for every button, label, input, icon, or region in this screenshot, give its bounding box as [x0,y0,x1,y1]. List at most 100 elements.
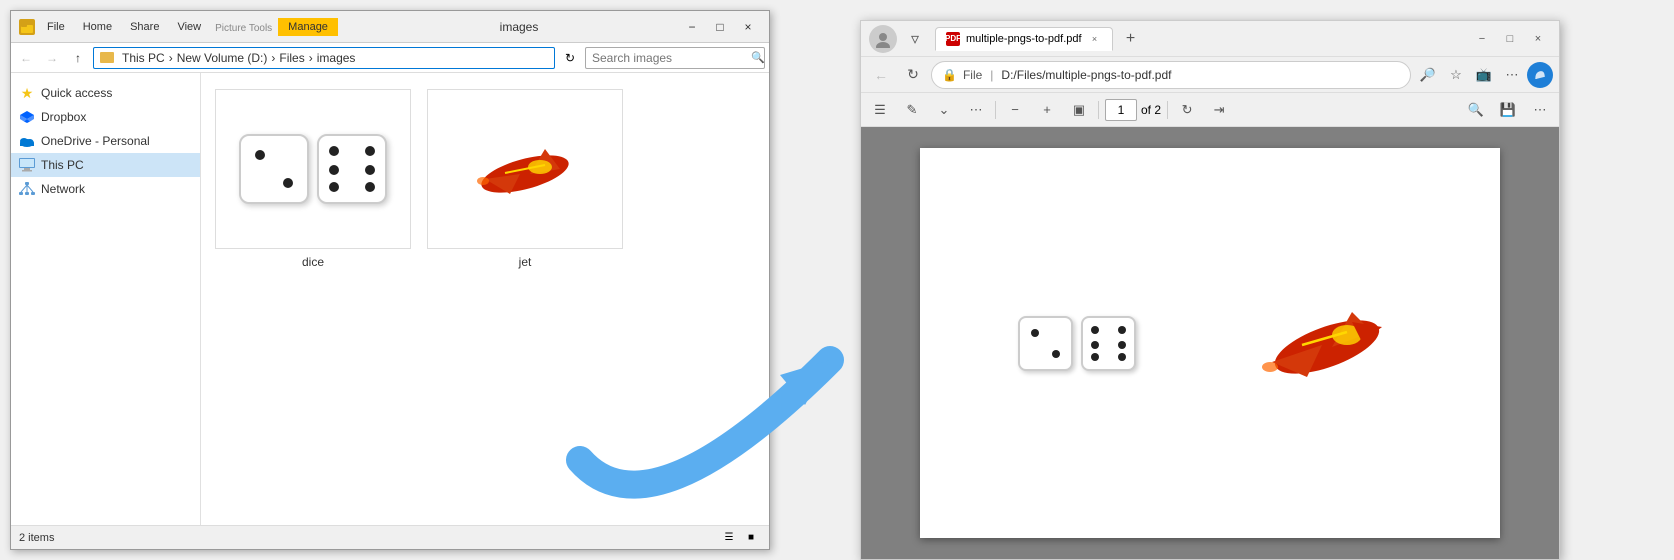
refresh-button[interactable]: ↻ [559,47,581,69]
fit-page-button[interactable]: ▣ [1066,97,1092,123]
page-number-input[interactable] [1105,99,1137,121]
pdf-jet-group [1252,277,1402,410]
grid-view-button[interactable]: ■ [741,528,761,548]
address-bar[interactable]: This PC › New Volume (D:) › Files › imag… [93,47,555,69]
folder-icon [100,52,114,63]
more-tools-button[interactable]: ⋯ [963,97,989,123]
file-area: dice [201,73,769,525]
browser-refresh-button[interactable]: ↻ [899,61,927,89]
sidebar-item-dropbox[interactable]: Dropbox [11,105,200,129]
browser-minimize-button[interactable]: − [1469,28,1495,50]
browser-profile-button[interactable] [1527,62,1553,88]
close-button[interactable]: × [735,17,761,37]
die-1 [239,134,309,204]
toc-button[interactable]: ☰ [867,97,893,123]
annotate-dropdown[interactable]: ⌄ [931,97,957,123]
browser-address-bar[interactable]: 🔒 File | D:/Files/multiple-pngs-to-pdf.p… [931,61,1411,89]
browser-titlebar: ▿ PDF multiple-pngs-to-pdf.pdf × + − □ × [861,21,1559,57]
pdf-content [861,127,1559,559]
sidebar-item-quickaccess[interactable]: ★ Quick access [11,81,200,105]
browser-controls-left: ▿ [869,25,929,53]
tab-title: multiple-pngs-to-pdf.pdf [966,33,1082,45]
address-crumb-files: Files [279,51,304,65]
minimize-button[interactable]: − [679,17,705,37]
annotate-button[interactable]: ✎ [899,97,925,123]
forward-button[interactable]: → [41,47,63,69]
browser-maximize-button[interactable]: □ [1497,28,1523,50]
sidebar-item-thispc[interactable]: This PC [11,153,200,177]
pdf-save-button[interactable]: 💾 [1495,97,1521,123]
browser-navbar: ← ↻ 🔒 File | D:/Files/multiple-pngs-to-p… [861,57,1559,93]
ribbon-tab-home[interactable]: Home [75,18,120,36]
address-crumb-thispc: This PC [122,51,165,65]
pdf-jet-svg [1252,277,1402,407]
next-page-button[interactable]: ⇥ [1206,97,1232,123]
zoom-in-button[interactable]: 🔎 [1415,62,1441,88]
extensions-button[interactable]: ▿ [901,25,929,53]
browser-window-controls: − □ × [1469,28,1551,50]
profile-icon[interactable] [869,25,897,53]
jet-svg [465,129,585,209]
address-path-text: D:/Files/multiple-pngs-to-pdf.pdf [1001,68,1171,82]
search-bar[interactable]: 🔍 [585,47,765,69]
ribbon-tab-manage[interactable]: Manage [278,18,338,36]
explorer-window: File Home Share View Picture Tools Manag… [10,10,770,550]
favorites-button[interactable]: ☆ [1443,62,1469,88]
browser-close-button[interactable]: × [1525,28,1551,50]
file-item-dice[interactable]: dice [213,85,413,273]
explorer-sidebar: ★ Quick access Dropbox [11,73,201,525]
tab-close-button[interactable]: × [1088,32,1102,46]
address-actions: 🔎 ☆ 📺 ⋯ [1415,62,1553,88]
address-crumb-newvolume: New Volume (D:) [177,51,268,65]
browser-back-button[interactable]: ← [867,61,895,89]
cloud-icon [19,133,35,149]
explorer-statusbar: 2 items ☰ ■ [11,525,769,549]
explorer-titlebar: File Home Share View Picture Tools Manag… [11,11,769,43]
window-controls: − □ × [679,17,761,37]
previous-page-button[interactable]: ↻ [1174,97,1200,123]
total-pages-label: of 2 [1141,103,1161,117]
browser-window: ▿ PDF multiple-pngs-to-pdf.pdf × + − □ ×… [860,20,1560,560]
pdf-page [920,148,1500,538]
list-view-button[interactable]: ☰ [719,528,739,548]
sidebar-item-onedrive[interactable]: OneDrive - Personal [11,129,200,153]
address-protocol-label: File [963,68,982,82]
address-crumb-images: images [317,51,356,65]
back-button[interactable]: ← [15,47,37,69]
view-toggle: ☰ ■ [719,528,761,548]
pdf-toolbar: ☰ ✎ ⌄ ⋯ − + ▣ of 2 ↻ ⇥ 🔍 💾 ⋯ [861,93,1559,127]
ribbon-tab-share[interactable]: Share [122,18,167,36]
item-count: 2 items [19,532,54,544]
page-navigation: of 2 [1105,99,1161,121]
search-icon: 🔍 [751,51,765,64]
new-tab-button[interactable]: + [1119,27,1143,51]
pdf-die-1 [1018,316,1073,371]
picture-tools-label: Picture Tools [211,19,276,34]
network-icon [19,181,35,197]
zoom-out-button[interactable]: − [1002,97,1028,123]
browser-tab-pdf[interactable]: PDF multiple-pngs-to-pdf.pdf × [935,27,1113,51]
up-button[interactable]: ↑ [67,47,89,69]
pdf-tab-icon: PDF [946,32,960,46]
toolbar-sep-2 [1098,101,1099,119]
star-icon: ★ [19,85,35,101]
sidebar-item-network[interactable]: Network [11,177,200,201]
maximize-button[interactable]: □ [707,17,733,37]
file-thumbnail-jet [427,89,623,249]
browser-more-button[interactable]: ⋯ [1499,62,1525,88]
pdf-more-button[interactable]: ⋯ [1527,97,1553,123]
ribbon-tab-view[interactable]: View [169,18,209,36]
file-thumbnail-dice [215,89,411,249]
zoom-in-button-pdf[interactable]: + [1034,97,1060,123]
toolbar-sep-3 [1167,101,1168,119]
pdf-dice-group [1018,316,1136,371]
dropbox-icon [19,109,35,125]
file-name-jet: jet [519,255,532,269]
search-input[interactable] [592,51,747,65]
file-name-dice: dice [302,255,324,269]
ribbon-tab-file[interactable]: File [39,18,73,36]
pdf-search-button[interactable]: 🔍 [1463,97,1489,123]
file-item-jet[interactable]: jet [425,85,625,273]
read-aloud-button[interactable]: 📺 [1471,62,1497,88]
ribbon-tabs-area: File Home Share View Picture Tools Manag… [39,18,359,36]
